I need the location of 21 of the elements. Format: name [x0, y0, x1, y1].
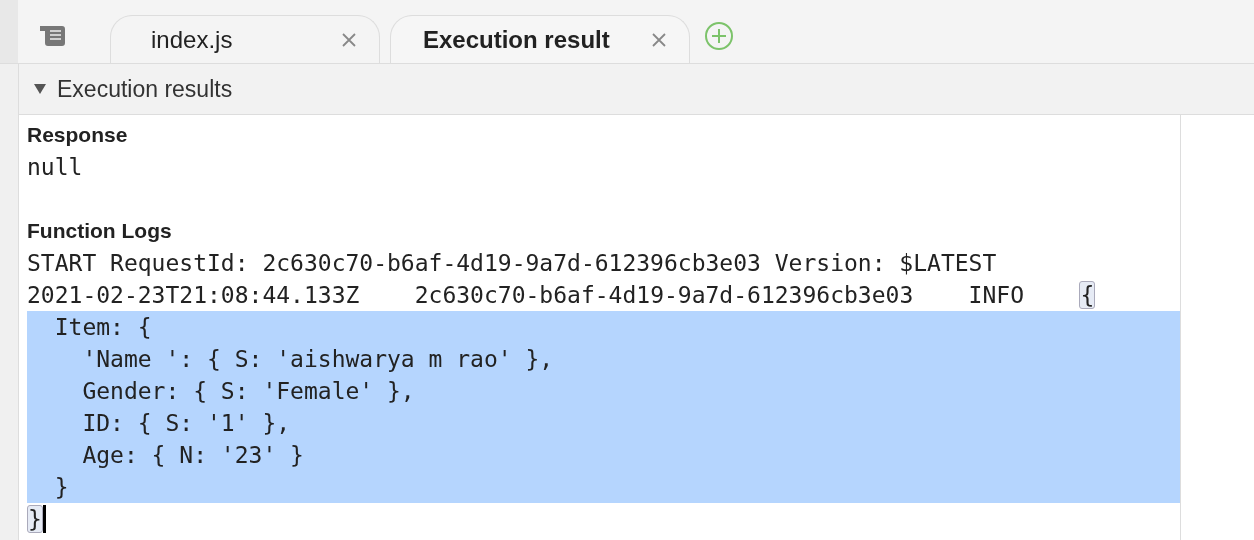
log-line: } [53, 473, 69, 502]
close-icon[interactable] [341, 31, 357, 48]
log-line: 2021-02-23T21:08:44.133Z 2c630c70-b6af-4d19-9a7d-612396cb3e03 INFO [27, 281, 1025, 310]
matched-bracket: } [27, 505, 43, 533]
tab[interactable]: index.js [110, 15, 380, 63]
log-line: Gender: { S: 'Female' }, [81, 377, 415, 406]
log-line: START RequestId: 2c630c70-b6af-4d19-9a7d-612396cb3e03 Version: $LATEST [27, 249, 997, 278]
log-line: Item: { [53, 313, 152, 342]
list-icon[interactable] [38, 23, 68, 46]
matched-bracket: { [1079, 281, 1096, 309]
response-heading: Response [27, 122, 129, 148]
response-value: null [27, 153, 84, 182]
add-icon[interactable] [704, 20, 734, 51]
log-line: Age: { N: '23' } [81, 441, 304, 470]
panel-header[interactable]: Execution results [19, 64, 1254, 115]
close-icon[interactable] [651, 31, 667, 48]
log-line: 'Name ': { S: 'aishwarya m rao' }, [81, 345, 554, 374]
panel-title: Execution results [57, 75, 233, 103]
log-line: ID: { S: '1' }, [81, 409, 291, 438]
logs-heading: Function Logs [27, 218, 173, 244]
tab[interactable]: Execution result [390, 15, 690, 63]
